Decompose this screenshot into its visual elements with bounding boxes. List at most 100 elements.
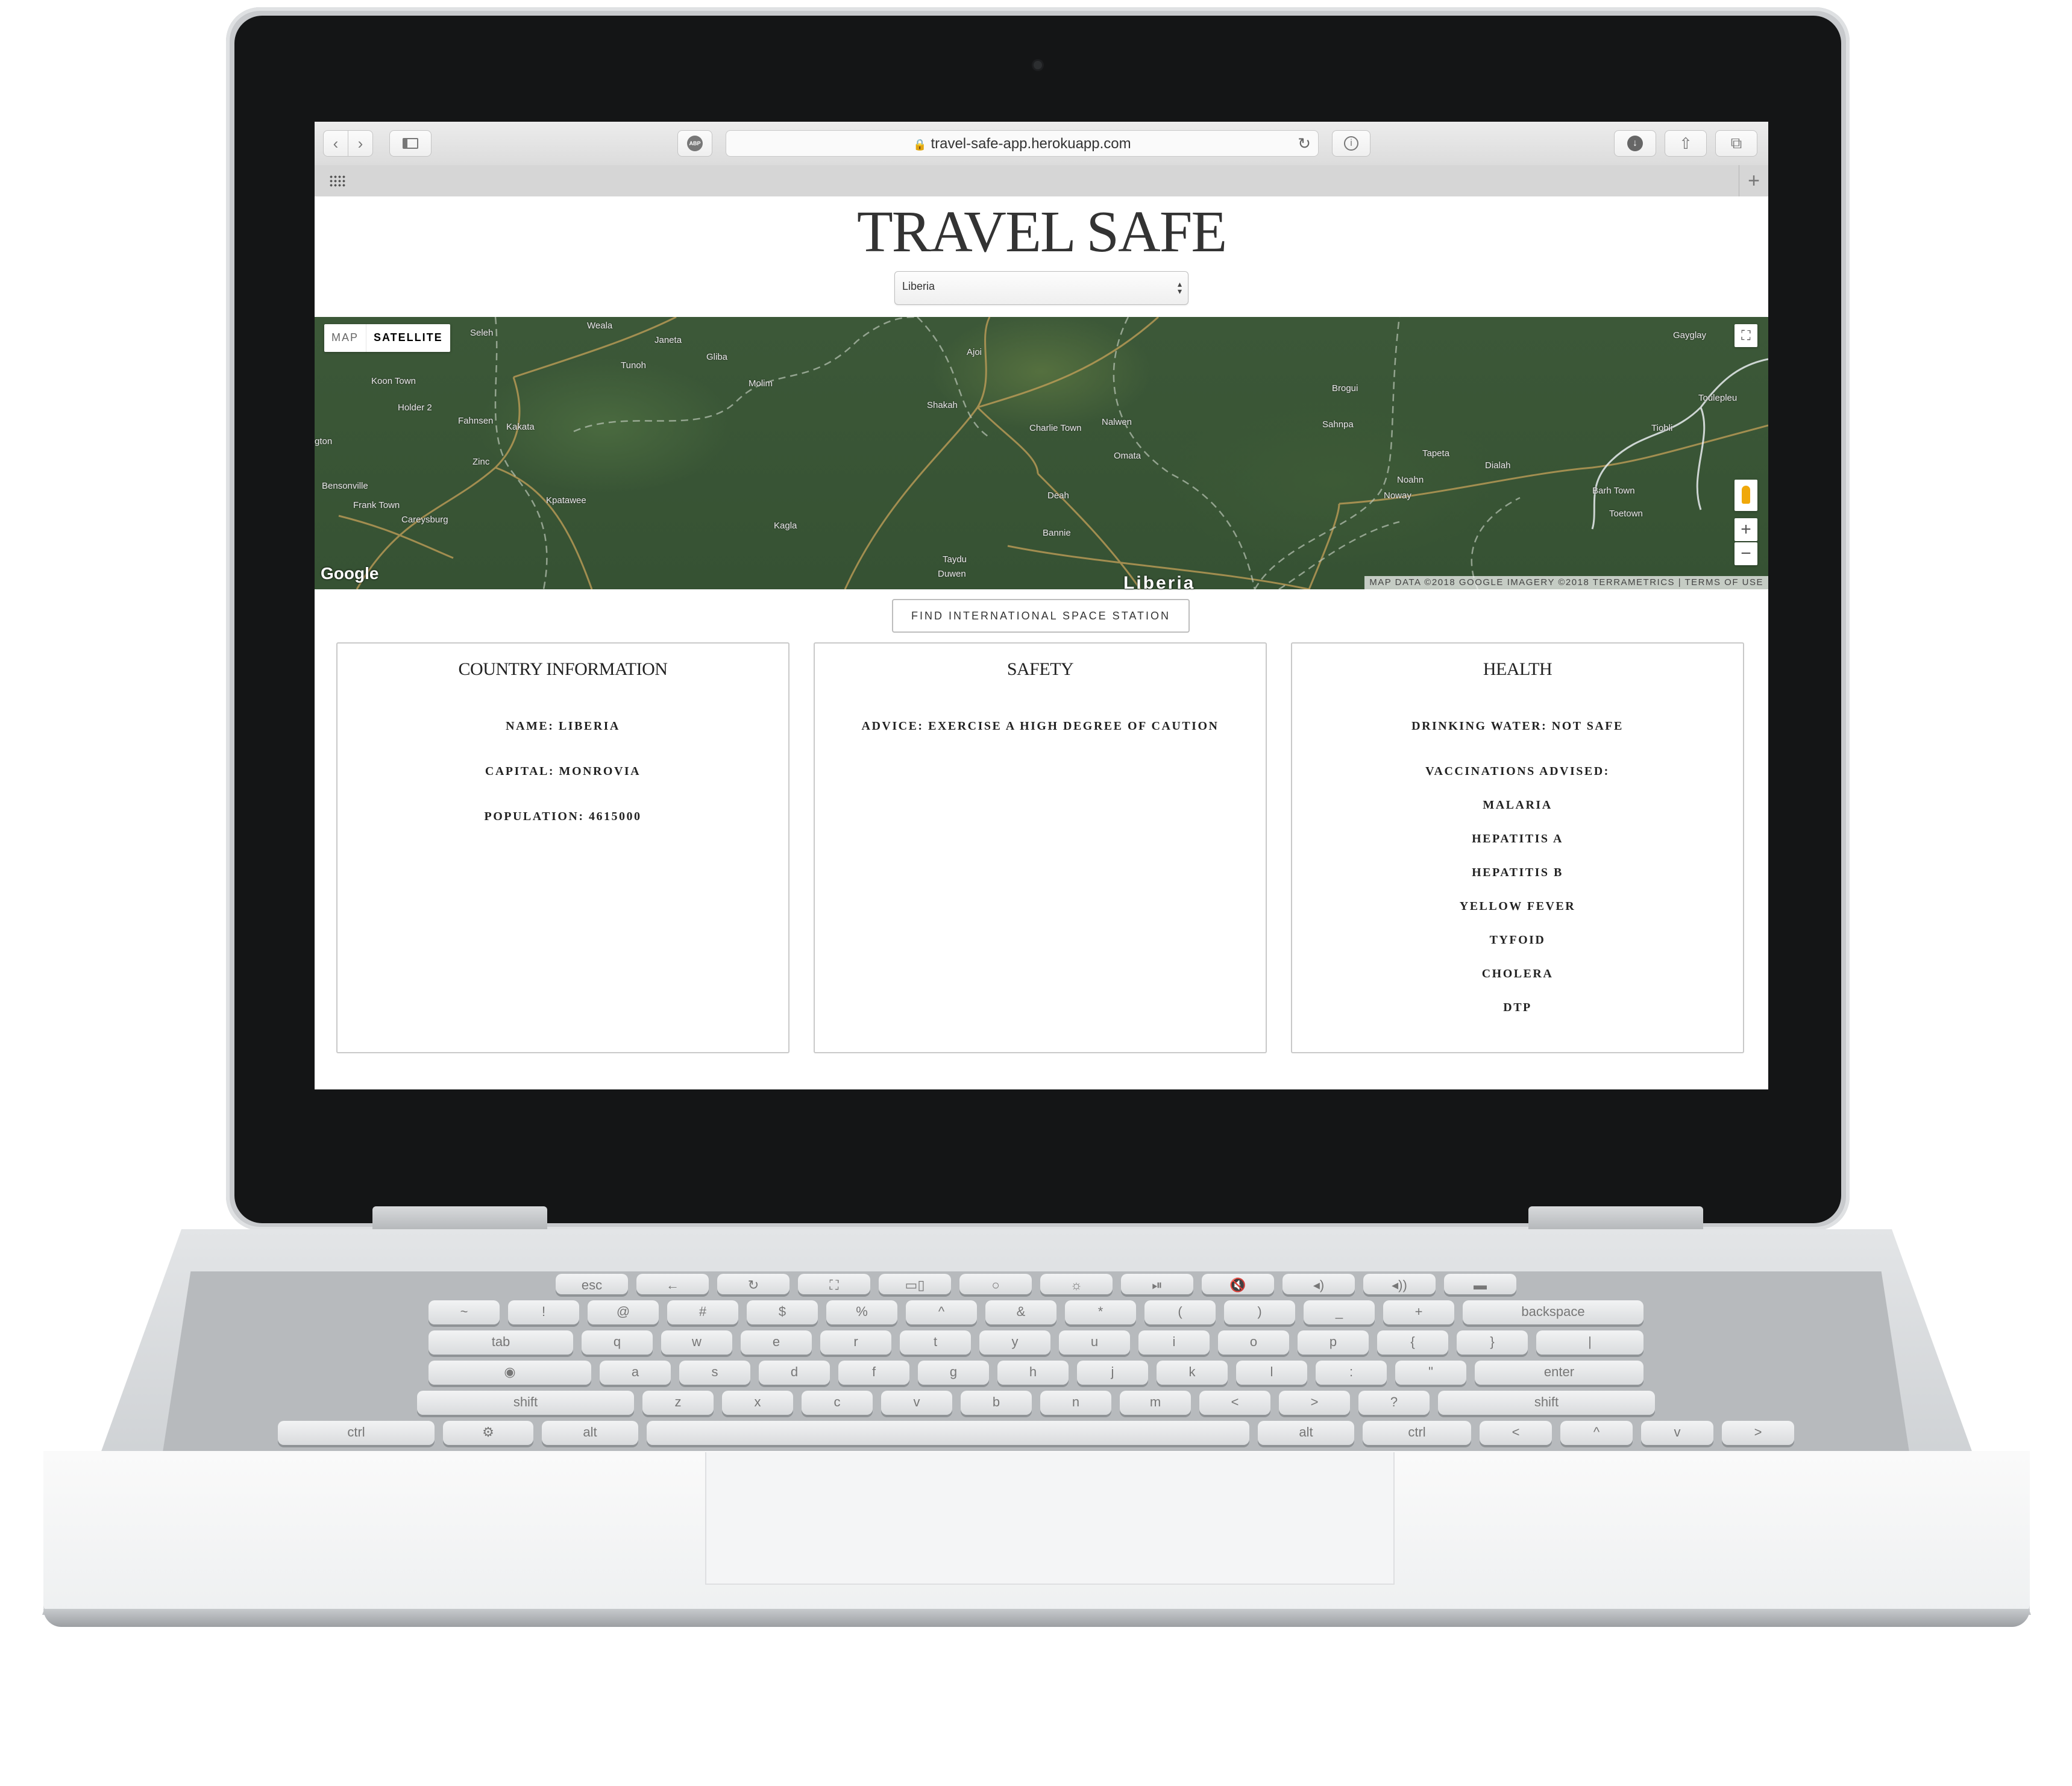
- new-tab-button[interactable]: +: [1739, 165, 1768, 196]
- country-select[interactable]: Liberia ▴ ▾: [894, 271, 1188, 305]
- keyboard-key[interactable]: j: [1077, 1361, 1148, 1385]
- keyboard-key[interactable]: w: [661, 1330, 732, 1355]
- keyboard-key[interactable]: r: [820, 1330, 891, 1355]
- map-type-control: MAP SATELLITE: [324, 324, 450, 352]
- downloads-button[interactable]: ↓: [1614, 130, 1656, 157]
- keyboard-key[interactable]: ?: [1358, 1391, 1430, 1415]
- keyboard-key[interactable]: enter: [1475, 1361, 1643, 1385]
- keyboard-key[interactable]: p: [1298, 1330, 1369, 1355]
- keyboard-key[interactable]: o: [1218, 1330, 1289, 1355]
- map-type-satellite[interactable]: SATELLITE: [366, 324, 450, 352]
- keyboard-key[interactable]: shift: [1438, 1391, 1655, 1415]
- keyboard-key[interactable]: [647, 1421, 1249, 1445]
- keyboard-key[interactable]: !: [508, 1300, 579, 1324]
- find-iss-button[interactable]: FIND INTERNATIONAL SPACE STATION: [892, 599, 1190, 633]
- keyboard-key[interactable]: %: [826, 1300, 897, 1324]
- forward-button[interactable]: ›: [348, 130, 373, 157]
- fullscreen-button[interactable]: ⛶: [1735, 324, 1757, 347]
- street-view-pegman[interactable]: [1735, 480, 1757, 511]
- keyboard-key[interactable]: ctrl: [278, 1421, 435, 1445]
- tabs-button[interactable]: ⧉: [1715, 130, 1757, 157]
- keyboard-key[interactable]: tab: [429, 1330, 573, 1355]
- keyboard-key[interactable]: ◂)): [1363, 1274, 1436, 1294]
- keyboard-key[interactable]: s: [679, 1361, 750, 1385]
- keyboard-key[interactable]: ⏯: [1121, 1274, 1193, 1294]
- sidebar-button[interactable]: [389, 130, 432, 157]
- keyboard-key[interactable]: a: [600, 1361, 671, 1385]
- keyboard-key[interactable]: l: [1236, 1361, 1307, 1385]
- keyboard-key[interactable]: |: [1536, 1330, 1643, 1355]
- reload-icon[interactable]: ↻: [1298, 134, 1311, 153]
- keyboard-key[interactable]: backspace: [1463, 1300, 1643, 1324]
- keyboard-key[interactable]: <: [1480, 1421, 1552, 1445]
- country-information-card: COUNTRY INFORMATION NAME: LIBERIA CAPITA…: [336, 642, 790, 1053]
- map[interactable]: MAP SATELLITE Seleh Weala Janeta Tunoh G…: [315, 317, 1768, 593]
- keyboard-key[interactable]: shift: [417, 1391, 634, 1415]
- keyboard-key[interactable]: alt: [542, 1421, 638, 1445]
- keyboard-key[interactable]: i: [1138, 1330, 1210, 1355]
- adblock-button[interactable]: ABP: [677, 130, 712, 157]
- keyboard-key[interactable]: $: [747, 1300, 818, 1324]
- keyboard-key[interactable]: 🔇: [1202, 1274, 1274, 1294]
- keyboard-key[interactable]: >: [1722, 1421, 1794, 1445]
- keyboard-key[interactable]: ◉: [429, 1361, 591, 1385]
- keyboard-key[interactable]: h: [997, 1361, 1069, 1385]
- grid-icon[interactable]: [329, 175, 346, 188]
- keyboard-key[interactable]: }: [1457, 1330, 1528, 1355]
- keyboard-key[interactable]: k: [1157, 1361, 1228, 1385]
- info-button[interactable]: i: [1332, 130, 1370, 157]
- keyboard-key[interactable]: q: [582, 1330, 653, 1355]
- keyboard-key[interactable]: e: [741, 1330, 812, 1355]
- keyboard-key[interactable]: ←: [636, 1274, 709, 1294]
- keyboard-key[interactable]: ": [1395, 1361, 1466, 1385]
- keyboard-key[interactable]: _: [1304, 1300, 1375, 1324]
- keyboard-key[interactable]: t: [900, 1330, 971, 1355]
- keyboard-key[interactable]: ): [1224, 1300, 1295, 1324]
- keyboard-key[interactable]: @: [588, 1300, 659, 1324]
- keyboard-key[interactable]: v: [1641, 1421, 1713, 1445]
- keyboard-key[interactable]: #: [667, 1300, 738, 1324]
- keyboard-key[interactable]: ☼: [1040, 1274, 1113, 1294]
- keyboard-key[interactable]: alt: [1258, 1421, 1354, 1445]
- keyboard-key[interactable]: >: [1279, 1391, 1350, 1415]
- keyboard-key[interactable]: ^: [1560, 1421, 1633, 1445]
- zoom-in-button[interactable]: +: [1735, 518, 1757, 541]
- trackpad[interactable]: [705, 1452, 1395, 1585]
- keyboard-key[interactable]: v: [881, 1391, 952, 1415]
- keyboard-key[interactable]: f: [838, 1361, 909, 1385]
- keyboard-key[interactable]: u: [1059, 1330, 1130, 1355]
- keyboard-key[interactable]: g: [918, 1361, 989, 1385]
- keyboard-key[interactable]: b: [961, 1391, 1032, 1415]
- keyboard-key[interactable]: ⛶: [798, 1274, 870, 1294]
- keyboard-key[interactable]: ▭▯: [879, 1274, 951, 1294]
- keyboard-key[interactable]: +: [1383, 1300, 1454, 1324]
- zoom-out-button[interactable]: −: [1735, 542, 1757, 565]
- keyboard-key[interactable]: esc: [556, 1274, 628, 1294]
- keyboard-key[interactable]: n: [1040, 1391, 1111, 1415]
- keyboard-key[interactable]: :: [1316, 1361, 1387, 1385]
- share-button[interactable]: ⇧: [1665, 130, 1707, 157]
- keyboard-key[interactable]: ↻: [717, 1274, 790, 1294]
- keyboard-key[interactable]: c: [802, 1391, 873, 1415]
- keyboard-key[interactable]: ▬: [1444, 1274, 1516, 1294]
- keyboard-key[interactable]: *: [1065, 1300, 1136, 1324]
- keyboard-key[interactable]: ~: [429, 1300, 500, 1324]
- keyboard-key[interactable]: &: [985, 1300, 1056, 1324]
- keyboard-key[interactable]: z: [642, 1391, 714, 1415]
- keyboard-key[interactable]: ◂): [1282, 1274, 1355, 1294]
- keyboard-key[interactable]: <: [1199, 1391, 1270, 1415]
- back-button[interactable]: ‹: [323, 130, 348, 157]
- keyboard-key[interactable]: (: [1144, 1300, 1216, 1324]
- keyboard-key[interactable]: ctrl: [1363, 1421, 1471, 1445]
- address-bar[interactable]: 🔒 travel-safe-app.herokuapp.com ↻: [726, 130, 1319, 157]
- keyboard-key[interactable]: ^: [906, 1300, 977, 1324]
- keyboard-key[interactable]: y: [979, 1330, 1050, 1355]
- keyboard-key[interactable]: {: [1377, 1330, 1448, 1355]
- keyboard-key[interactable]: d: [759, 1361, 830, 1385]
- keyboard-key[interactable]: x: [722, 1391, 793, 1415]
- keyboard-key[interactable]: ⚙: [443, 1421, 533, 1445]
- keyboard-key[interactable]: ○: [959, 1274, 1032, 1294]
- keyboard-key[interactable]: m: [1120, 1391, 1191, 1415]
- google-logo: Google: [321, 564, 379, 583]
- map-type-map[interactable]: MAP: [324, 324, 367, 352]
